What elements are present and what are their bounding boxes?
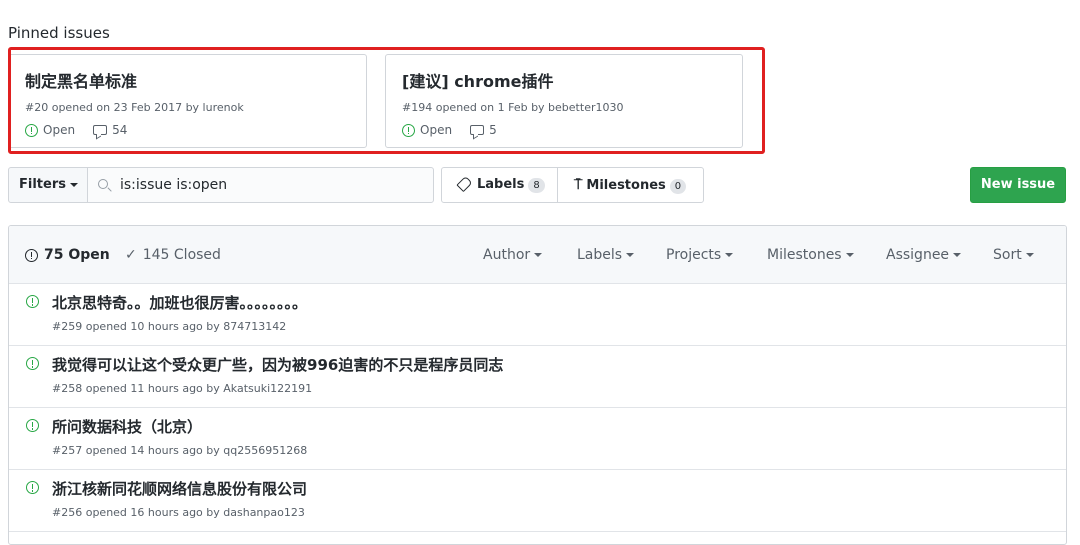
issue-row: 浙江核新同花顺网络信息股份有限公司 #256 opened 16 hours a… xyxy=(9,470,1066,532)
labels-button[interactable]: Labels 8 xyxy=(441,167,558,203)
caret-down-icon xyxy=(69,182,78,187)
issue-title-link[interactable]: 我觉得可以让这个受众更广些，因为被996迫害的不只是程序员同志 xyxy=(52,354,503,375)
issue-row: 我觉得可以让这个受众更广些，因为被996迫害的不只是程序员同志 #258 ope… xyxy=(9,346,1066,408)
pinned-issue-meta: #194 opened on 1 Feb by bebetter1030 xyxy=(402,101,624,114)
sort-filter-label: Sort xyxy=(993,247,1022,263)
caret-down-icon xyxy=(1025,253,1034,257)
milestone-icon: ⍑ xyxy=(574,177,583,193)
pinned-issues-heading: Pinned issues xyxy=(8,24,110,42)
issue-opened-icon xyxy=(25,123,38,137)
labels-label: Labels xyxy=(477,177,525,192)
projects-filter[interactable]: Projects xyxy=(666,247,734,263)
issue-title-link[interactable]: 浙江核新同花顺网络信息股份有限公司 xyxy=(52,478,307,499)
issue-row: 所问数据科技（北京） #257 opened 14 hours ago by q… xyxy=(9,408,1066,470)
issue-meta: #259 opened 10 hours ago by 874713142 xyxy=(52,320,287,333)
new-issue-button[interactable]: New issue xyxy=(970,167,1066,203)
pinned-issue-card[interactable]: [建议] chrome插件 #194 opened on 1 Feb by be… xyxy=(385,54,743,148)
pinned-issue-card[interactable]: 制定黑名单标准 #20 opened on 23 Feb 2017 by lur… xyxy=(8,54,367,148)
labels-filter[interactable]: Labels xyxy=(577,247,635,263)
filters-dropdown-button[interactable]: Filters xyxy=(8,167,88,203)
issue-title-link[interactable]: 北京思特奇。。加班也很厉害。。。。。。。。 xyxy=(52,292,307,313)
pinned-issue-title[interactable]: 制定黑名单标准 xyxy=(25,68,350,92)
caret-down-icon xyxy=(725,253,734,257)
comment-count[interactable]: 5 xyxy=(489,123,497,137)
search-input[interactable] xyxy=(120,168,420,202)
open-issues-tab[interactable]: 75 Open xyxy=(25,247,110,263)
milestones-counter: 0 xyxy=(669,179,687,194)
tag-icon xyxy=(456,175,473,192)
issue-title-link[interactable]: 所问数据科技（北京） xyxy=(52,416,202,437)
issues-list-header: 75 Open ✓ 145 Closed Author Labels Projec… xyxy=(9,226,1066,284)
search-box[interactable] xyxy=(87,167,434,203)
pinned-issue-meta: #20 opened on 23 Feb 2017 by lurenok xyxy=(25,101,244,114)
filters-label: Filters xyxy=(19,177,66,192)
milestones-filter-label: Milestones xyxy=(767,247,842,263)
milestones-filter[interactable]: Milestones xyxy=(767,247,854,263)
milestones-label: Milestones xyxy=(586,178,666,193)
issue-opened-icon xyxy=(26,357,39,370)
issue-meta: #256 opened 16 hours ago by dashanpao123 xyxy=(52,506,305,519)
comment-icon xyxy=(470,125,485,135)
issue-opened-icon xyxy=(25,248,38,262)
issue-opened-icon xyxy=(26,295,39,308)
issue-row: 北京思特奇。。加班也很厉害。。。。。。。。 #259 opened 10 hou… xyxy=(9,284,1066,346)
open-count-label: 75 Open xyxy=(44,247,110,263)
pinned-issue-title[interactable]: [建议] chrome插件 xyxy=(402,68,726,92)
search-icon xyxy=(98,179,108,189)
caret-down-icon xyxy=(626,253,635,257)
issue-opened-icon xyxy=(26,481,39,494)
assignee-filter[interactable]: Assignee xyxy=(886,247,962,263)
closed-issues-tab[interactable]: ✓ 145 Closed xyxy=(125,247,221,263)
issue-state-label: Open xyxy=(43,123,76,137)
caret-down-icon xyxy=(953,253,962,257)
projects-filter-label: Projects xyxy=(666,247,722,263)
sort-filter[interactable]: Sort xyxy=(993,247,1034,263)
issues-list: 75 Open ✓ 145 Closed Author Labels Projec… xyxy=(8,225,1067,545)
author-filter-label: Author xyxy=(483,247,531,263)
issue-opened-icon xyxy=(26,419,39,432)
labels-filter-label: Labels xyxy=(577,247,623,263)
caret-down-icon xyxy=(845,253,854,257)
comment-icon xyxy=(93,125,108,135)
caret-down-icon xyxy=(534,253,543,257)
closed-count-label: 145 Closed xyxy=(142,247,221,263)
check-icon: ✓ xyxy=(125,247,137,263)
assignee-filter-label: Assignee xyxy=(886,247,950,263)
issue-opened-icon xyxy=(402,123,415,137)
issue-meta: #257 opened 14 hours ago by qq2556951268 xyxy=(52,444,308,457)
milestones-button[interactable]: ⍑ Milestones 0 xyxy=(557,167,704,203)
labels-counter: 8 xyxy=(528,178,545,193)
author-filter[interactable]: Author xyxy=(483,247,543,263)
issue-meta: #258 opened 11 hours ago by Akatsuki1221… xyxy=(52,382,313,395)
issue-state-label: Open xyxy=(420,123,453,137)
comment-count[interactable]: 54 xyxy=(112,123,127,137)
